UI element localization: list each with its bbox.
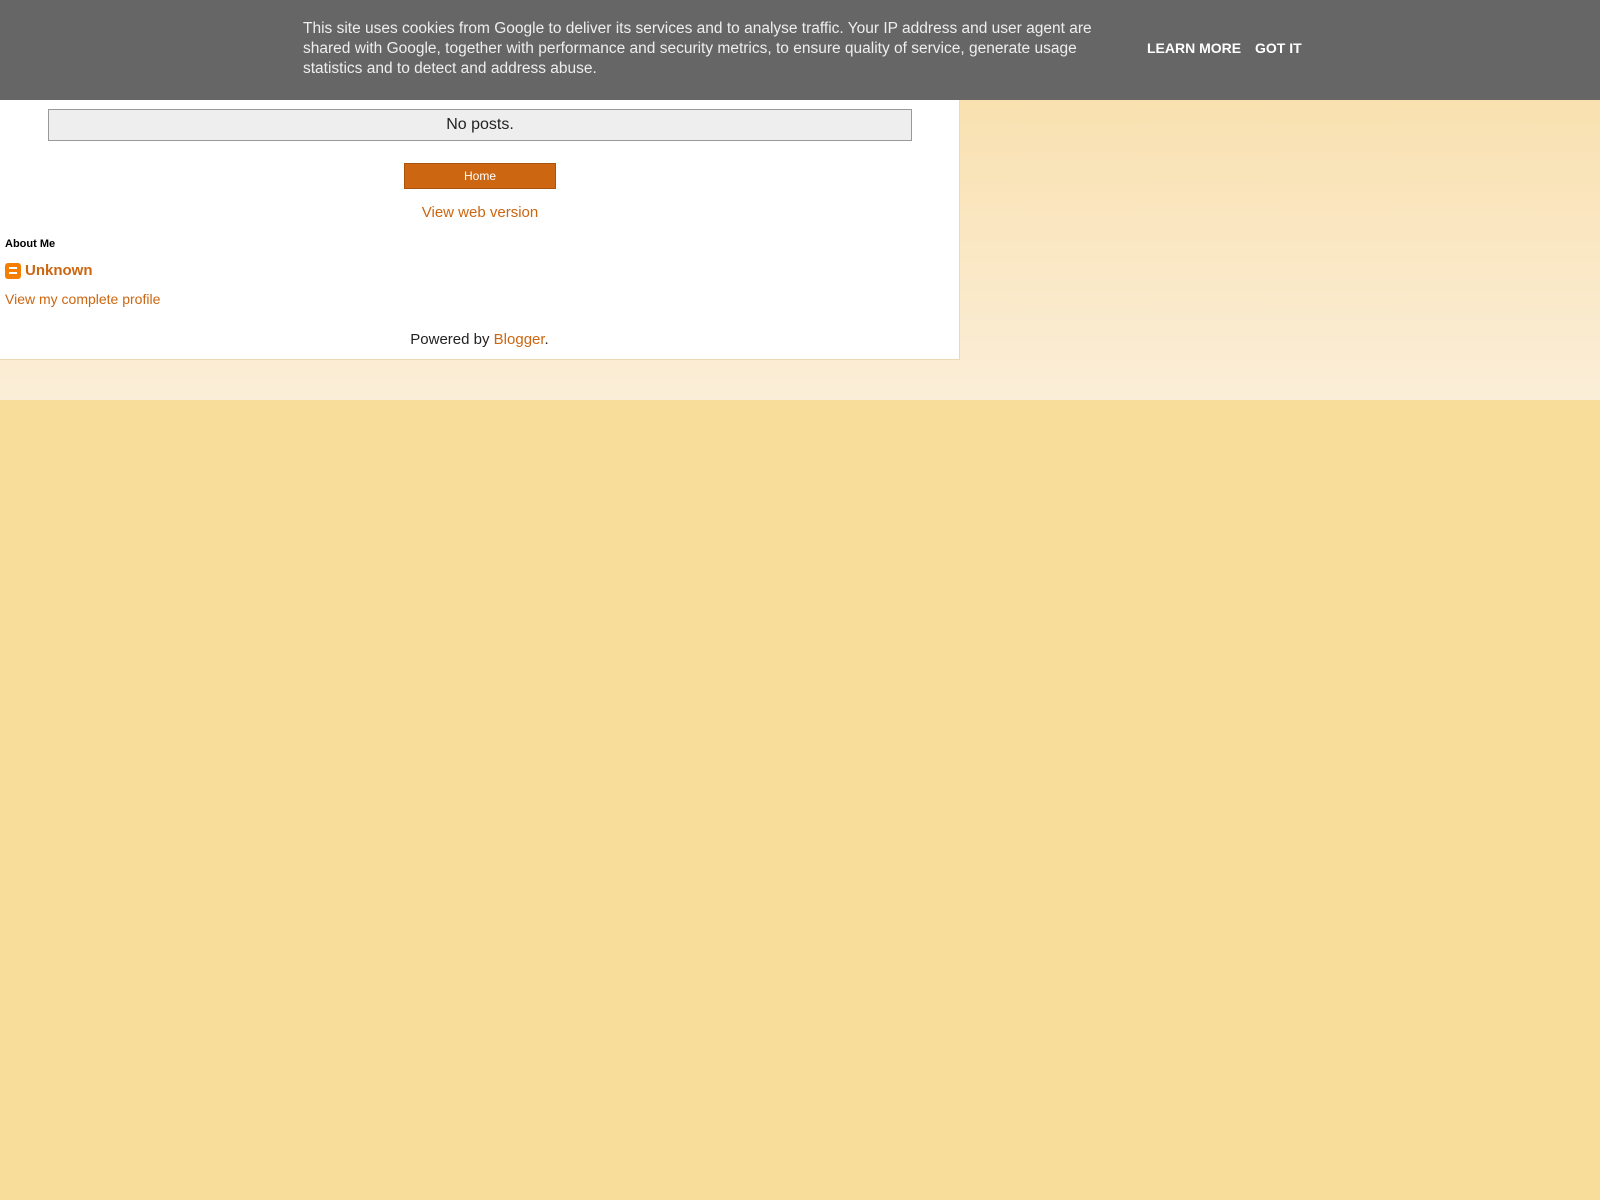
about-me-heading: About Me <box>5 238 56 250</box>
powered-by-suffix: . <box>544 331 549 348</box>
powered-by-label: Powered by <box>410 331 494 348</box>
powered-by-footer: Powered by Blogger. <box>0 331 959 348</box>
home-button[interactable]: Home <box>404 163 556 189</box>
view-web-version-link[interactable]: View web version <box>404 204 556 221</box>
blogger-link[interactable]: Blogger <box>494 331 545 348</box>
view-complete-profile-link[interactable]: View my complete profile <box>5 291 160 307</box>
cookie-notice-bar: This site uses cookies from Google to de… <box>0 0 1600 100</box>
learn-more-button[interactable]: LEARN MORE <box>1147 40 1241 56</box>
blogger-icon <box>5 262 21 279</box>
profile-name-link[interactable]: Unknown <box>25 262 93 279</box>
profile-row: Unknown <box>5 262 93 279</box>
got-it-button[interactable]: GOT IT <box>1255 40 1302 56</box>
cookie-notice-message: This site uses cookies from Google to de… <box>303 20 1092 77</box>
no-posts-message: No posts. <box>48 109 912 141</box>
